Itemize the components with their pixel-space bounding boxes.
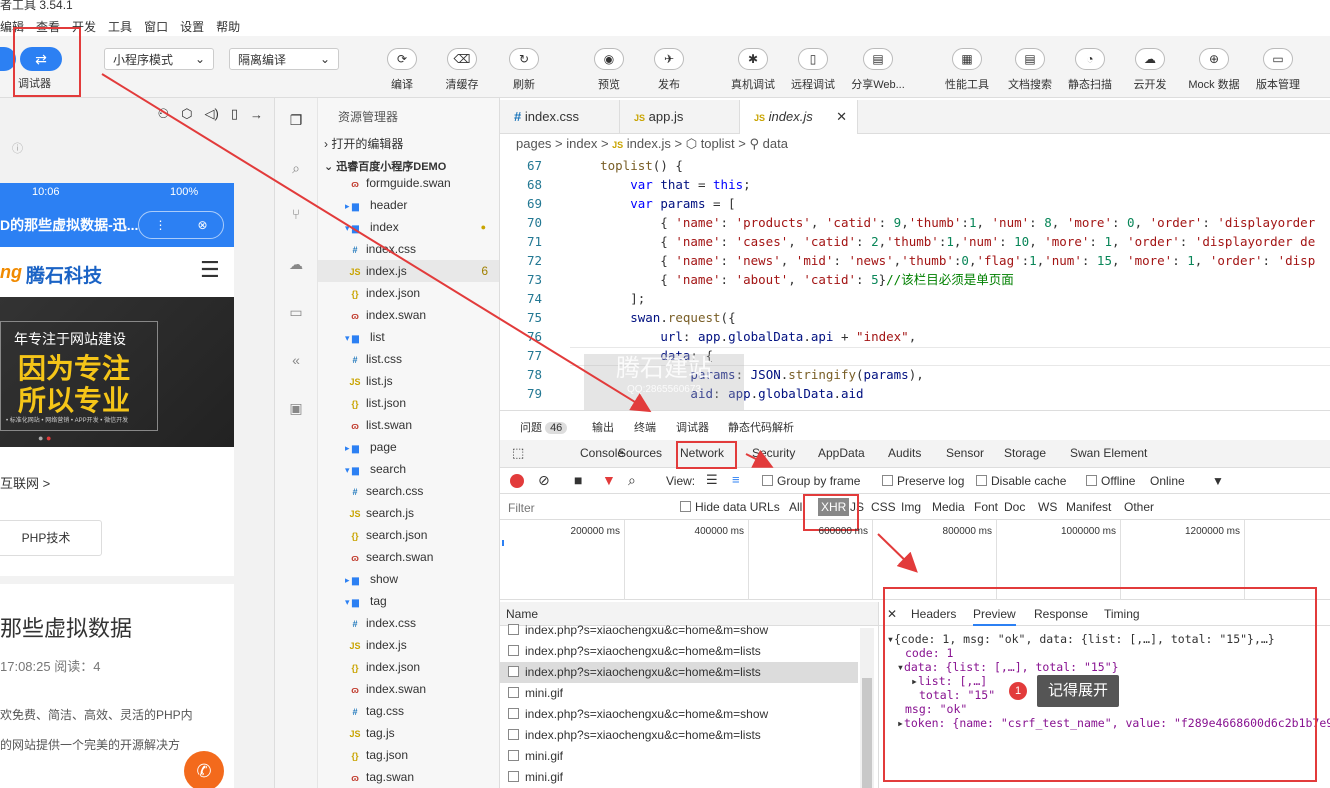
annotation-arrows [101, 73, 918, 573]
arrow-network [745, 449, 774, 468]
arrow-debugger [101, 73, 652, 413]
arrow-xhr [877, 533, 918, 573]
